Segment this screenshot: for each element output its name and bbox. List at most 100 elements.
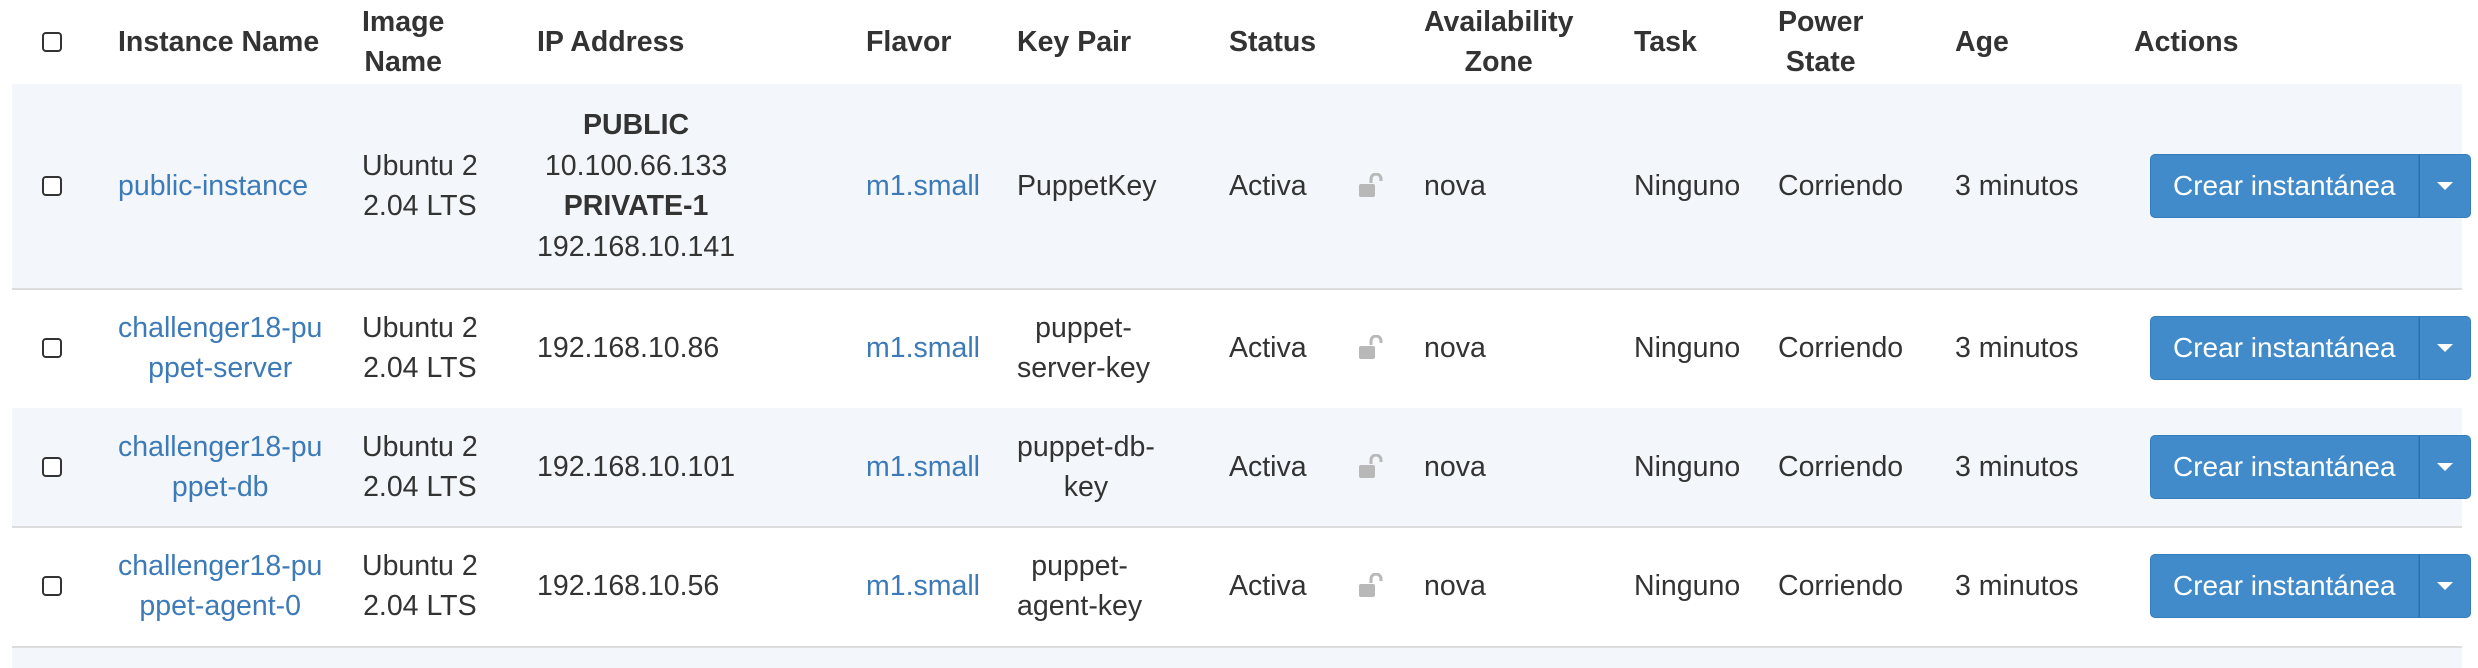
- actions-button-group: Crear instantánea: [2150, 435, 2471, 499]
- column-header-key-pair[interactable]: Key Pair: [1017, 0, 1131, 84]
- age-cell: 3 minutos: [1955, 288, 2079, 408]
- row-select-checkbox[interactable]: [42, 176, 62, 196]
- task-cell: Ninguno: [1634, 84, 1740, 288]
- create-snapshot-button[interactable]: Crear instantánea: [2150, 316, 2419, 380]
- actions-cell: Crear instantánea: [2150, 84, 2471, 288]
- instance-name-link[interactable]: ppet-agent-0: [139, 586, 301, 627]
- status-text: Activa: [1229, 331, 1307, 364]
- flavor-link[interactable]: m1.small: [866, 566, 980, 607]
- column-header-image-name[interactable]: Image Name: [362, 0, 444, 84]
- image-name-text: 2.04 LTS: [363, 190, 477, 222]
- actions-dropdown-toggle[interactable]: [2418, 554, 2471, 618]
- instance-name-link[interactable]: ppet-db: [172, 467, 269, 508]
- lock-cell: [1358, 84, 1386, 288]
- instance-name-cell: challenger18-pu ppet-server: [118, 288, 322, 408]
- age-cell: 3 minutos: [1955, 84, 2079, 288]
- lock-cell: [1358, 526, 1386, 646]
- ip-address-value: 192.168.10.141: [537, 230, 736, 263]
- select-all-checkbox[interactable]: [42, 32, 62, 52]
- flavor-link[interactable]: m1.small: [866, 447, 980, 488]
- actions-button-group: Crear instantánea: [2150, 554, 2471, 618]
- table-row: challenger18-pu ppet-server Ubuntu 2 2.04 L…: [12, 288, 2471, 410]
- unlock-icon[interactable]: [1358, 454, 1386, 480]
- status-cell: Activa: [1229, 288, 1307, 408]
- image-name-text: Ubuntu 2: [362, 311, 478, 344]
- key-pair-text: puppet-: [1035, 311, 1132, 344]
- column-header-task[interactable]: Task: [1634, 0, 1697, 84]
- caret-down-icon: [2436, 344, 2453, 352]
- unlock-icon[interactable]: [1358, 173, 1386, 199]
- age-text: 3 minutos: [1955, 331, 2079, 364]
- column-header-age[interactable]: Age: [1955, 0, 2009, 84]
- ip-address-value: 192.168.10.86: [537, 331, 720, 364]
- unlock-icon[interactable]: [1358, 573, 1386, 599]
- key-pair-cell: puppet-db-key: [1017, 408, 1155, 526]
- power-state-cell: Corriendo: [1778, 288, 1903, 408]
- flavor-cell: m1.small: [866, 408, 980, 526]
- table-row-partial: [12, 648, 2462, 668]
- status-text: Activa: [1229, 169, 1307, 202]
- row-select-checkbox[interactable]: [42, 457, 62, 477]
- create-snapshot-button[interactable]: Crear instantánea: [2150, 554, 2419, 618]
- ip-address-cell: 192.168.10.86: [537, 288, 719, 408]
- column-header-power-state[interactable]: Power State: [1778, 0, 1864, 84]
- column-header-ip-address[interactable]: IP Address: [537, 0, 684, 84]
- ip-address-value: 10.100.66.133: [544, 149, 728, 182]
- instance-name-link[interactable]: challenger18-pu: [118, 427, 322, 468]
- ip-address-value: 192.168.10.101: [537, 450, 736, 483]
- create-snapshot-button[interactable]: Crear instantánea: [2150, 154, 2419, 218]
- row-select-checkbox[interactable]: [42, 338, 62, 358]
- key-pair-cell: PuppetKey: [1017, 84, 1156, 288]
- instance-name-link[interactable]: challenger18-pu: [118, 308, 322, 349]
- actions-cell: Crear instantánea: [2150, 526, 2471, 646]
- task-cell: Ninguno: [1634, 526, 1740, 646]
- key-pair-text: agent-key: [1017, 590, 1143, 622]
- instance-name-link[interactable]: ppet-server: [148, 348, 292, 389]
- task-text: Ninguno: [1634, 331, 1741, 364]
- age-cell: 3 minutos: [1955, 408, 2079, 526]
- power-state-text: Corriendo: [1778, 450, 1904, 483]
- row-select-cell: [42, 288, 62, 408]
- image-name-text: Ubuntu 2: [362, 549, 478, 582]
- actions-dropdown-toggle[interactable]: [2418, 435, 2471, 499]
- power-state-cell: Corriendo: [1778, 84, 1903, 288]
- availability-zone-cell: nova: [1424, 526, 1486, 646]
- flavor-link[interactable]: m1.small: [866, 328, 980, 369]
- create-snapshot-button[interactable]: Crear instantánea: [2150, 435, 2419, 499]
- image-name-text: 2.04 LTS: [363, 590, 477, 622]
- image-name-text: 2.04 LTS: [363, 352, 477, 384]
- flavor-link[interactable]: m1.small: [866, 166, 980, 207]
- availability-zone-cell: nova: [1424, 408, 1486, 526]
- age-text: 3 minutos: [1955, 450, 2079, 483]
- column-header-availability-zone-line1: Availability: [1424, 6, 1574, 38]
- row-select-cell: [42, 84, 62, 288]
- column-header-power-state-line1: Power: [1778, 6, 1864, 38]
- table-header: Instance Name Image Name IP Address Flav…: [12, 0, 2462, 87]
- availability-zone-cell: nova: [1424, 288, 1486, 408]
- column-header-flavor[interactable]: Flavor: [866, 0, 952, 84]
- image-name-cell: Ubuntu 2 2.04 LTS: [362, 84, 478, 288]
- row-select-checkbox[interactable]: [42, 576, 62, 596]
- actions-dropdown-toggle[interactable]: [2418, 316, 2471, 380]
- age-cell: 3 minutos: [1955, 526, 2079, 646]
- image-name-cell: Ubuntu 2 2.04 LTS: [362, 288, 478, 408]
- age-text: 3 minutos: [1955, 569, 2079, 602]
- power-state-cell: Corriendo: [1778, 526, 1903, 646]
- column-header-availability-zone[interactable]: Availability Zone: [1424, 0, 1573, 84]
- task-text: Ninguno: [1634, 450, 1741, 483]
- unlock-icon[interactable]: [1358, 335, 1386, 361]
- image-name-cell: Ubuntu 2 2.04 LTS: [362, 408, 478, 526]
- ip-address-cell: PUBLIC 10.100.66.133 PRIVATE-1 192.168.10.1…: [537, 84, 735, 288]
- task-cell: Ninguno: [1634, 408, 1740, 526]
- lock-cell: [1358, 288, 1386, 408]
- caret-down-icon: [2436, 182, 2453, 190]
- instance-name-link[interactable]: challenger18-pu: [118, 546, 322, 587]
- column-header-image-name-line1: Image: [362, 6, 445, 38]
- column-header-instance-name[interactable]: Instance Name: [118, 0, 319, 84]
- lock-cell: [1358, 408, 1386, 526]
- key-pair-text: server-key: [1017, 352, 1151, 384]
- actions-dropdown-toggle[interactable]: [2418, 154, 2471, 218]
- instance-name-link[interactable]: public-instance: [118, 166, 308, 207]
- actions-cell: Crear instantánea: [2150, 288, 2471, 408]
- column-header-status[interactable]: Status: [1229, 0, 1316, 84]
